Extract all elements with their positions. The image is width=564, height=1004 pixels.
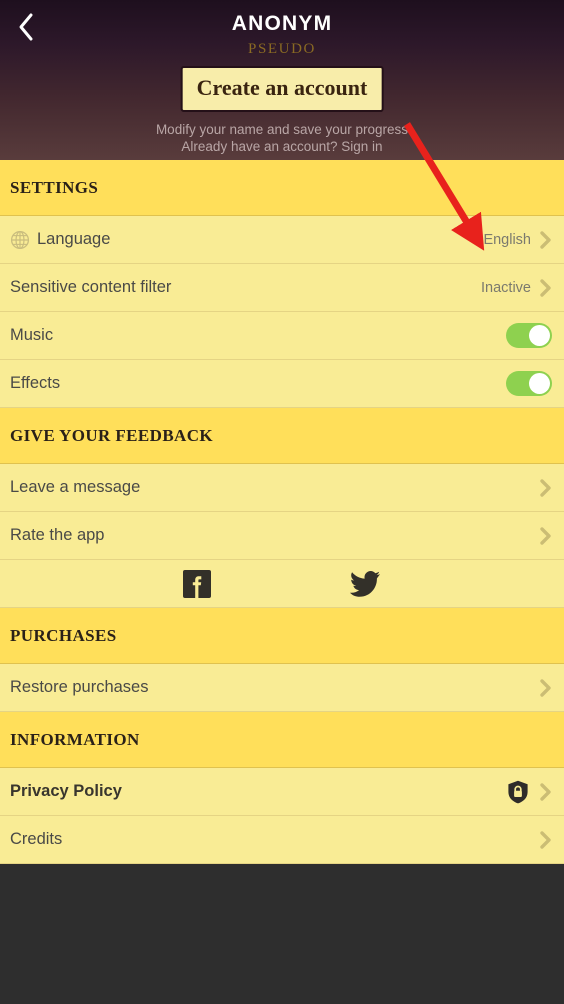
chevron-right-icon: [540, 830, 551, 849]
list-item-label: Language: [37, 230, 111, 248]
list-item-label: Restore purchases: [10, 678, 149, 696]
pseudo-label: PSEUDO: [248, 41, 316, 57]
subtitle-line-2: Already have an account? Sign in: [181, 139, 383, 154]
section-header-give-your-feedback: GIVE YOUR FEEDBACK: [0, 408, 564, 464]
toggle-knob: [529, 325, 550, 346]
list-item[interactable]: Leave a message: [0, 464, 564, 512]
list-item-value: Inactive: [481, 279, 531, 296]
section-header-information: INFORMATION: [0, 712, 564, 768]
list-item-label: Effects: [10, 374, 61, 392]
social-links-row: [0, 560, 564, 608]
chevron-right-icon: [540, 230, 551, 249]
list-item[interactable]: Credits: [0, 816, 564, 864]
list-item-label-wrap: Restore purchases: [10, 678, 539, 697]
list-item-label-wrap: Leave a message: [10, 478, 539, 497]
list-item[interactable]: Language English: [0, 216, 564, 264]
section-header-purchases: PURCHASES: [0, 608, 564, 664]
list-item-label: Rate the app: [10, 526, 105, 544]
list-item[interactable]: Restore purchases: [0, 664, 564, 712]
settings-screen: ANONYM PSEUDO Create an account Modify y…: [0, 0, 564, 1004]
facebook-icon[interactable]: [183, 569, 211, 598]
toggle-switch[interactable]: [506, 371, 552, 396]
chevron-right-icon: [540, 526, 551, 545]
page-title: ANONYM: [231, 12, 333, 35]
toggle-switch[interactable]: [506, 323, 552, 348]
list-item-label-wrap: Effects: [10, 374, 506, 393]
list-item-label-wrap: Sensitive content filter: [10, 278, 481, 297]
globe-icon: [10, 230, 30, 249]
create-account-button[interactable]: Create an account: [180, 66, 384, 112]
list-item[interactable]: Music: [0, 312, 564, 360]
settings-list: SETTINGS Language English Sensitive content…: [0, 160, 564, 864]
chevron-right-icon: [540, 278, 551, 297]
subtitle-line-1: Modify your name and save your progress: [155, 122, 409, 137]
list-item-label: Privacy Policy: [10, 782, 122, 800]
list-item-label: Music: [10, 326, 54, 344]
list-item-label-wrap: Music: [10, 326, 506, 345]
list-item-label-wrap: Language: [10, 230, 483, 250]
list-item-label-wrap: Rate the app: [10, 526, 539, 545]
list-item-label-wrap: Privacy Policy: [10, 782, 507, 801]
list-item[interactable]: Sensitive content filter Inactive: [0, 264, 564, 312]
shield-lock-icon: [508, 780, 528, 803]
chevron-right-icon: [540, 678, 551, 697]
footer-area: [0, 864, 564, 968]
list-item-value: English: [483, 231, 531, 248]
list-item-label-wrap: Credits: [10, 830, 539, 849]
twitter-icon[interactable]: [350, 570, 380, 597]
chevron-right-icon: [540, 478, 551, 497]
header: ANONYM PSEUDO Create an account Modify y…: [0, 0, 564, 160]
list-item-label: Credits: [10, 830, 63, 848]
toggle-knob: [529, 373, 550, 394]
chevron-right-icon: [540, 782, 551, 801]
section-header-settings: SETTINGS: [0, 160, 564, 216]
list-item[interactable]: Effects: [0, 360, 564, 408]
list-item[interactable]: Privacy Policy: [0, 768, 564, 816]
list-item-label: Sensitive content filter: [10, 278, 172, 296]
list-item-label: Leave a message: [10, 478, 141, 496]
list-item[interactable]: Rate the app: [0, 512, 564, 560]
